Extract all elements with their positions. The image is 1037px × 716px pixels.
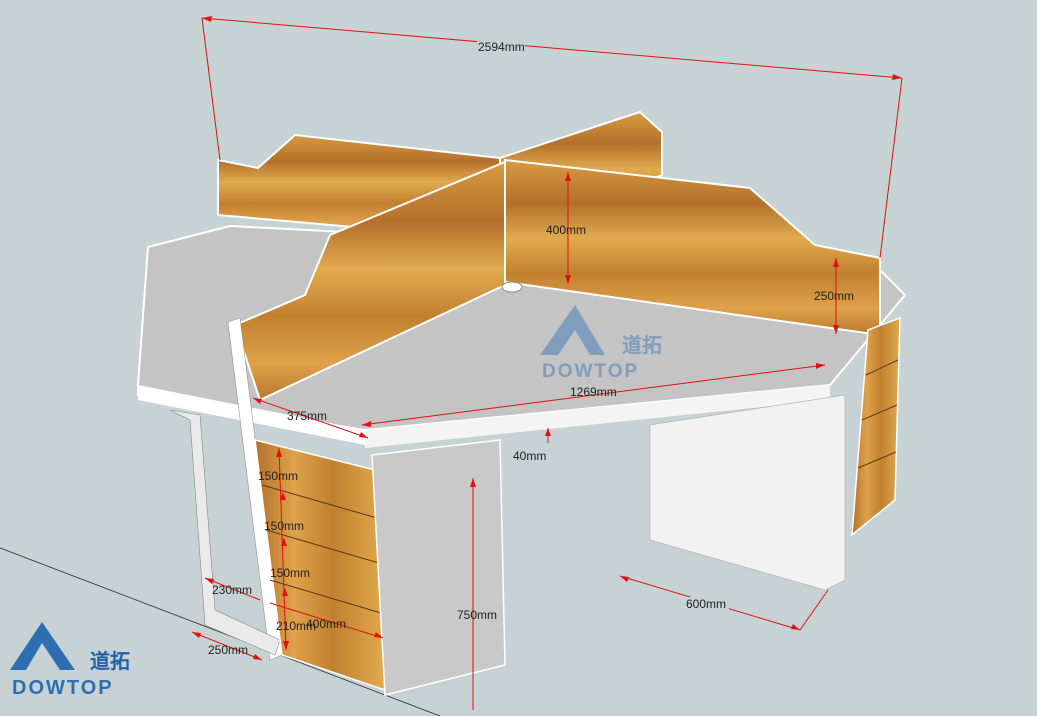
dim-label-desk-depth: 1269mm bbox=[570, 385, 617, 399]
dim-label-side-gap: 230mm bbox=[212, 583, 252, 597]
dimension-side-gap: 230mm bbox=[204, 577, 261, 601]
brand-logo: 道拓 DOWTOP bbox=[10, 622, 130, 699]
brand-logo-en: DOWTOP bbox=[12, 677, 114, 699]
diagram-canvas: 2594mm 400mm 250mm 1269mm 375mm 40mm 150… bbox=[0, 0, 1037, 716]
brand-logo-icon bbox=[10, 622, 75, 670]
brand-logo-cn: 道拓 bbox=[90, 649, 130, 673]
dim-label-partition-short: 250mm bbox=[814, 289, 854, 303]
cable-grommet bbox=[501, 281, 523, 293]
workstation-drawing: 2594mm 400mm 250mm 1269mm 375mm 40mm 150… bbox=[0, 16, 907, 716]
right-leg-panel bbox=[649, 394, 846, 591]
dim-label-leg-depth: 600mm bbox=[686, 597, 726, 611]
dim-label-drawer-2: 150mm bbox=[264, 519, 304, 533]
dim-label-drawer-1: 150mm bbox=[258, 469, 298, 483]
dim-label-drawer-offset: 375mm bbox=[287, 409, 327, 423]
dim-label-top-thickness: 40mm bbox=[513, 449, 546, 463]
dim-label-leg-width: 250mm bbox=[208, 643, 248, 657]
dim-label-cabinet-depth: 400mm bbox=[306, 617, 346, 631]
dim-label-total-width: 2594mm bbox=[478, 40, 525, 54]
dim-label-drawer-3: 150mm bbox=[270, 566, 310, 580]
dim-label-desk-height: 750mm bbox=[457, 608, 497, 622]
dimension-top-thickness: 40mm bbox=[513, 428, 551, 463]
center-pedestal bbox=[371, 439, 506, 696]
watermark-en: DOWTOP bbox=[542, 361, 639, 382]
watermark-cn: 道拓 bbox=[622, 333, 662, 357]
dimension-leg-depth: 600mm bbox=[619, 575, 829, 631]
dim-label-partition-height: 400mm bbox=[546, 223, 586, 237]
